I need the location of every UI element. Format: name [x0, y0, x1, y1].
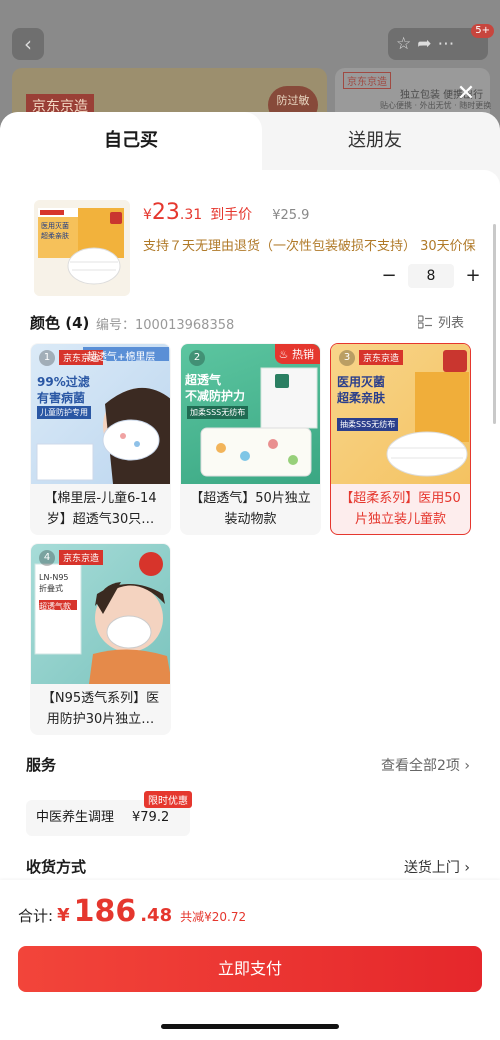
share-icon[interactable]: ➦	[417, 34, 437, 54]
tab-self-buy[interactable]: 自己买	[0, 112, 262, 186]
variant-image: 3 京东京造 医用灭菌 超柔亲肤 抽柔SSS无纺布	[331, 344, 470, 484]
checkout-footer: 合计: ¥ 186 .48 共减¥20.72 立即支付	[0, 880, 500, 1040]
svg-text:医用灭菌: 医用灭菌	[41, 221, 69, 230]
total-amount: 186	[73, 894, 137, 929]
variant-number: 4	[39, 550, 55, 566]
svg-text:超柔亲肤: 超柔亲肤	[41, 231, 69, 240]
price-current: ¥23.31	[143, 200, 203, 225]
variant-number: 1	[39, 350, 55, 366]
variant-label: 【N95透气系列】医用防护30片独立…	[41, 691, 160, 727]
variant-image-text: 99%过滤 有害病菌	[37, 375, 90, 405]
return-policy: 支持７天无理由退货（一次性包装破损不支持） 30天价保	[143, 239, 476, 254]
price-original: ¥25.9	[272, 208, 310, 223]
limited-offer-badge: 限时优惠	[144, 791, 192, 808]
service-title: 服务	[26, 756, 57, 774]
list-label: 列表	[437, 316, 464, 331]
quantity-input[interactable]: 8	[408, 264, 454, 288]
total-saving: 共减¥20.72	[180, 910, 247, 924]
scrollbar[interactable]	[493, 224, 496, 424]
variant-image-text: LN-N95 折叠式	[39, 573, 69, 593]
brand-logo: 京东京造	[359, 350, 404, 365]
price-row: ¥23.31 到手价 ¥25.9	[143, 200, 309, 225]
delivery-method[interactable]: 送货上门 ›	[404, 857, 470, 877]
more-icon[interactable]: ⋯	[438, 34, 461, 54]
variant-image: 4 京东京造 LN-N95 折叠式 超透气款	[31, 544, 170, 684]
home-indicator	[161, 1024, 339, 1029]
variant-number: 3	[339, 350, 355, 366]
service-view-all[interactable]: 查看全部2项 ›	[381, 755, 470, 775]
variant-label: 【棉里层-儿童6-14岁】超透气30只…	[44, 491, 157, 527]
total-label: 合计:	[18, 907, 54, 925]
chevron-right-icon: ›	[464, 758, 470, 774]
color-title: 颜色 (4)	[30, 314, 90, 332]
list-view-toggle[interactable]: 列表	[417, 312, 464, 331]
total-currency: ¥	[57, 905, 70, 926]
chevron-right-icon: ›	[464, 860, 470, 876]
product-thumbnail: 医用灭菌 超柔亲肤	[34, 200, 130, 296]
list-icon	[417, 314, 432, 329]
variant-label: 【超透气】50片独立装动物款	[190, 491, 311, 527]
service-name: 中医养生调理	[36, 810, 115, 825]
variant-image-text: 医用灭菌 超柔亲肤	[337, 375, 386, 405]
variant-label: 【超柔系列】医用50片独立装儿童款	[340, 491, 461, 527]
brand-logo: 京东京造	[59, 550, 104, 565]
pay-now-button[interactable]: 立即支付	[18, 946, 482, 992]
variant-option-3[interactable]: 3 京东京造 医用灭菌 超柔亲肤 抽柔SSS无纺布 【超柔系列】医用50片独立装…	[330, 343, 471, 535]
quantity-stepper: − 8 +	[378, 264, 484, 288]
variant-image-text: 超透气 不减防护力	[185, 373, 246, 403]
variant-image: 1 京东京造 99%过滤 有害病菌 儿童防护专用 超透气+棉里层	[31, 344, 170, 484]
fire-icon: ♨	[278, 348, 289, 361]
message-badge: 5+	[471, 24, 494, 38]
variant-image-banner: 加柔SSS无纺布	[187, 406, 249, 419]
delivery-title: 收货方式	[26, 858, 87, 876]
background-page: ‹ ☆➦⋯ 5+ 京东京造 防过敏 京东京造 独立包装 便携出行 贴心便携 · …	[0, 0, 500, 130]
variant-option-1[interactable]: 1 京东京造 99%过滤 有害病菌 儿童防护专用 超透气+棉里层 【棉里层-儿童…	[30, 343, 171, 535]
total-decimal: .48	[140, 905, 173, 926]
variant-image-top: 超透气+棉里层	[87, 352, 156, 363]
total-row: 合计: ¥ 186 .48 共减¥20.72	[18, 894, 246, 929]
service-price: ¥79.2	[132, 810, 170, 825]
variant-option-4[interactable]: 4 京东京造 LN-N95 折叠式 超透气款 【N95透气系列】医用防护30片独…	[30, 543, 171, 735]
variant-image-banner: 超透气款	[39, 602, 71, 611]
star-icon[interactable]: ☆	[396, 34, 417, 54]
product-code: 编号：100013968358	[96, 318, 235, 333]
variant-number: 2	[189, 350, 205, 366]
tab-bar: 自己买 送朋友	[0, 112, 500, 186]
price-label: 到手价	[210, 207, 253, 223]
variant-option-2[interactable]: 2 超透气 不减防护力 加柔SSS无纺布 ♨ 热销 【超透气】50片独立装动物款	[180, 343, 321, 535]
bg-side-logo: 京东京造	[343, 72, 391, 89]
plus-button[interactable]: +	[462, 265, 484, 287]
minus-button[interactable]: −	[378, 265, 400, 287]
variant-image-banner: 抽柔SSS无纺布	[337, 418, 399, 431]
tab-gift-friend[interactable]: 送朋友	[250, 112, 500, 170]
close-icon[interactable]: ✕	[454, 82, 478, 106]
hot-sale-tag: ♨ 热销	[274, 344, 320, 364]
back-icon[interactable]: ‹	[12, 28, 44, 60]
variant-image: 2 超透气 不减防护力 加柔SSS无纺布 ♨ 热销	[181, 344, 320, 484]
variant-image-banner: 儿童防护专用	[37, 406, 91, 419]
